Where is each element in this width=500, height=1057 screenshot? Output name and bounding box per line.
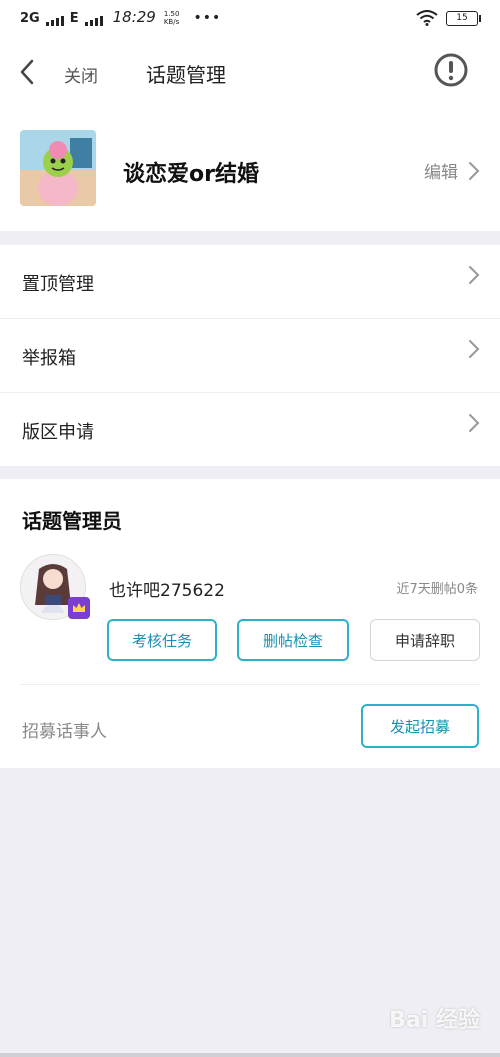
status-left: 2G E 18:29 1.50 KB/s •••	[20, 8, 221, 26]
divider	[20, 684, 480, 685]
topic-card: 谈恋爱or结婚 编辑	[0, 106, 500, 231]
admin-section: 话题管理员 也许吧275622 近7天删帖0条 考核任务 删帖检查 申请辞职 招…	[0, 479, 500, 768]
status-right: 15	[416, 10, 481, 26]
edit-button[interactable]: 编辑	[424, 158, 480, 183]
menu-item-report-box[interactable]: 举报箱	[0, 319, 500, 393]
assess-tasks-button[interactable]: 考核任务	[107, 619, 217, 661]
menu-item-section-application[interactable]: 版区申请	[0, 393, 500, 466]
delete-check-button[interactable]: 删帖检查	[237, 619, 349, 661]
nav-bar: 关闭 话题管理	[0, 40, 500, 106]
wifi-icon	[416, 10, 438, 26]
bottom-strip	[0, 1053, 500, 1057]
resign-button[interactable]: 申请辞职	[370, 619, 480, 661]
menu-item-pin-management[interactable]: 置顶管理	[0, 245, 500, 319]
chevron-right-icon	[469, 266, 480, 284]
admin-username[interactable]: 也许吧275622	[109, 576, 225, 601]
chevron-right-icon	[469, 161, 480, 180]
network-speed: 1.50 KB/s	[163, 10, 180, 26]
back-button[interactable]	[14, 57, 42, 87]
menu-item-label: 置顶管理	[22, 274, 94, 295]
topic-cover-image	[20, 130, 96, 206]
delete-stat: 近7天删帖0条	[396, 582, 478, 597]
management-menu: 置顶管理 举报箱 版区申请	[0, 245, 500, 466]
menu-item-label: 版区申请	[22, 422, 94, 443]
page-title: 话题管理	[146, 63, 226, 87]
clock: 18:29	[112, 8, 156, 26]
signal-bars-2-icon	[84, 14, 103, 26]
close-link[interactable]: 关闭	[64, 62, 98, 87]
more-notifications-icon: •••	[193, 10, 222, 26]
network-type-2: E	[69, 11, 79, 26]
section-title: 话题管理员	[22, 509, 122, 533]
exclamation-icon	[434, 53, 468, 87]
recruit-label: 招募话事人	[22, 722, 107, 742]
edit-label: 编辑	[424, 163, 458, 183]
network-type: 2G	[20, 11, 40, 26]
status-bar: 2G E 18:29 1.50 KB/s ••• 15	[0, 0, 500, 40]
topic-name: 谈恋爱or结婚	[123, 162, 259, 187]
chevron-left-icon	[20, 59, 34, 85]
crown-badge-icon	[68, 597, 90, 619]
chevron-right-icon	[469, 340, 480, 358]
battery-icon: 15	[446, 10, 481, 26]
chevron-right-icon	[469, 414, 480, 432]
start-recruit-button[interactable]: 发起招募	[361, 704, 479, 748]
signal-bars-icon	[45, 14, 64, 26]
menu-item-label: 举报箱	[22, 348, 76, 369]
watermark-logo: Bai 经验	[389, 1008, 480, 1033]
info-button[interactable]	[434, 53, 468, 87]
